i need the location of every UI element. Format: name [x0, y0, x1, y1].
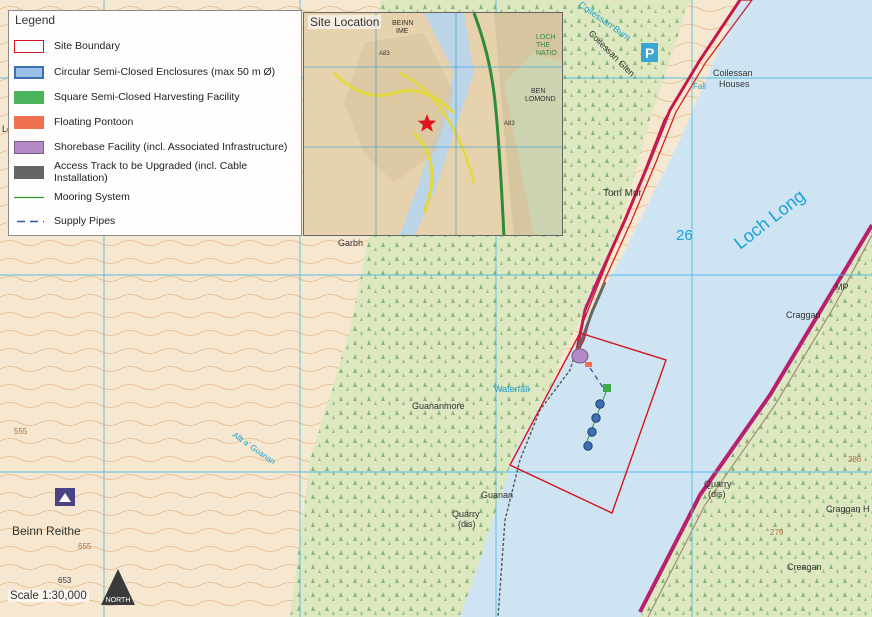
inset-label-lomond: LOMOND [525, 96, 556, 103]
contour-555: 555 [14, 427, 28, 436]
waterfall-label: Waterfall [494, 384, 529, 394]
inset-label-a83-east: A83 [504, 121, 515, 127]
inset-label-loch: LOCH [536, 34, 555, 41]
north-label: NORTH [106, 597, 131, 604]
beinn-reithe-label: Beinn Reithe [12, 524, 81, 538]
inset-label-beinn: BEINN [392, 20, 413, 27]
legend-label: Site Boundary [54, 40, 120, 52]
legend-label: Access Track to be Upgraded (incl. Cable… [54, 160, 248, 184]
legend-item-shorebase: Shorebase Facility (incl. Associated Inf… [14, 136, 302, 158]
garbh-label: Garbh [338, 238, 363, 248]
legend-item-mooring: Mooring System [14, 186, 302, 208]
inset-label-the: THE [536, 42, 550, 49]
legend-panel: Legend Site Boundary Circular Semi-Close… [8, 10, 302, 236]
enclosure-4 [583, 441, 593, 451]
inset-map: BEINN IME A83 LOCH THE NATIO BEN LOMOND … [304, 13, 562, 235]
shorebase-facility [571, 348, 589, 364]
legend-label: Square Semi-Closed Harvesting Facility [54, 91, 240, 103]
inset-title: Site Location [308, 15, 382, 29]
legend-label: Shorebase Facility (incl. Associated Inf… [54, 141, 288, 153]
inset-label-a83: A83 [379, 51, 390, 57]
tom-mor-label: Tom Mor [603, 188, 643, 199]
contour-655: 655 [78, 542, 92, 551]
legend-label: Supply Pipes [54, 215, 116, 227]
legend-item-harvesting: Square Semi-Closed Harvesting Facility [14, 86, 302, 108]
harvesting-facility [603, 384, 611, 392]
legend-label: Floating Pontoon [54, 116, 134, 128]
inset-label-ime: IME [396, 28, 409, 35]
pontoon-swatch [14, 115, 44, 129]
mp-label: MP [835, 282, 849, 292]
north-arrow-icon: NORTH [101, 569, 135, 605]
contour-279: 279 [770, 528, 784, 537]
coilessan-houses-label: Coilessan Houses [713, 68, 753, 89]
legend-label: Circular Semi-Closed Enclosures (max 50 … [54, 66, 276, 78]
enclosure-1 [595, 399, 605, 409]
inset-label-ben: BEN [531, 88, 545, 95]
parking-icon: P [645, 45, 654, 61]
fall-label: Fall [693, 82, 706, 91]
floating-pontoon [585, 362, 592, 367]
legend-item-enclosures: Circular Semi-Closed Enclosures (max 50 … [14, 61, 302, 83]
grid-number-label: 26 [676, 227, 693, 244]
legend-item-supply-pipes: Supply Pipes [14, 210, 302, 232]
guananmore-label: Guananmore [412, 401, 465, 411]
craggan-h-label: Craggan H [826, 504, 870, 514]
guanan-label: Guanan [481, 490, 513, 500]
spot-height-653: 653 [58, 576, 72, 585]
mooring-line [14, 196, 44, 198]
site-boundary-swatch [14, 39, 44, 53]
legend-item-site-boundary: Site Boundary [14, 35, 302, 57]
craggan-label: Craggan [786, 310, 821, 320]
legend-item-pontoon: Floating Pontoon [14, 111, 302, 133]
shorebase-swatch [14, 140, 44, 154]
track-swatch [14, 165, 44, 179]
scale-label: Scale 1:30,000 [8, 590, 89, 602]
creagan-label: Creagan [787, 562, 822, 572]
legend-item-track: Access Track to be Upgraded (incl. Cable… [14, 160, 302, 184]
site-location-inset: BEINN IME A83 LOCH THE NATIO BEN LOMOND … [303, 12, 563, 236]
enclosure-3 [587, 427, 597, 437]
enclosure-swatch [14, 65, 44, 79]
enclosure-2 [591, 413, 601, 423]
legend-title: Legend [15, 13, 56, 27]
inset-label-natio: NATIO [536, 50, 557, 57]
contour-286: 286 [848, 455, 862, 464]
supply-pipe-line [17, 220, 44, 222]
harvest-swatch [14, 90, 44, 104]
legend-label: Mooring System [54, 191, 130, 203]
